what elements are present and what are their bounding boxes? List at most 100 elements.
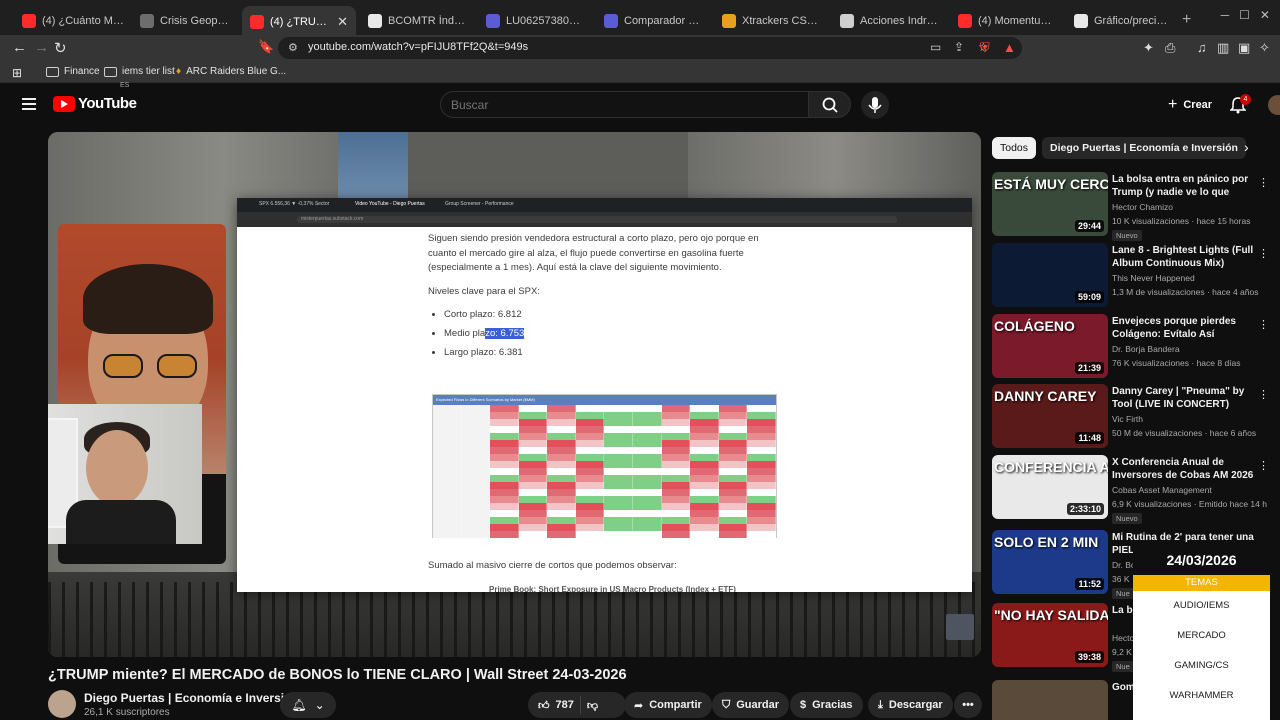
duration-badge: 2:33:10 [1066, 503, 1104, 515]
share-icon[interactable]: ⇪ [954, 40, 964, 54]
more-vertical-icon[interactable]: ⋮ [1258, 176, 1269, 189]
bookmarks-bar: ⊞ Finance iems tier list ♦ ARC Raiders Bl… [0, 61, 1280, 83]
recommended-video[interactable]: CONFERENCIA ANUAL 2026 INVERSORES 2:33:10… [992, 455, 1280, 524]
back-arrow-icon[interactable]: ← [12, 39, 27, 56]
bookmark-folder[interactable]: iems tier list [104, 66, 175, 77]
video-thumbnail[interactable]: CONFERENCIA ANUAL 2026 INVERSORES 2:33:10 [992, 455, 1108, 519]
user-avatar[interactable] [1268, 95, 1280, 115]
music-icon[interactable]: ♫ [1197, 40, 1207, 55]
recommended-title[interactable]: Envejeces porque pierdes Colágeno: Evíta… [1112, 315, 1262, 341]
heatmap-title: Expected Flows in Different Scenarios by… [433, 395, 776, 405]
share-button[interactable]: ➦ Compartir [624, 692, 712, 718]
more-vertical-icon[interactable]: ⋮ [1258, 247, 1269, 260]
recommended-channel[interactable]: This Never Happened [1112, 273, 1195, 283]
browser-tab[interactable]: Xtrackers CSI 300 Swa [714, 8, 828, 34]
close-tab-icon[interactable]: ✕ [337, 14, 348, 30]
rewards-icon[interactable]: ▲ [1003, 40, 1016, 55]
recommended-channel[interactable]: Dr. Borja Bandera [1112, 344, 1180, 354]
chip-all[interactable]: Todos [992, 137, 1037, 159]
extensions-icon[interactable]: ✦ [1143, 40, 1154, 56]
screenshot-icon[interactable]: ⎙ [1165, 40, 1175, 56]
video-thumbnail[interactable]: DANNY CAREY 11:48 [992, 384, 1108, 448]
bookmark-link[interactable]: ♦ ARC Raiders Blue G... [176, 66, 286, 77]
search-button[interactable] [808, 91, 851, 118]
thanks-button[interactable]: $ Gracias [790, 692, 863, 718]
browser-tab[interactable]: Crisis Geopolítica 2026 [132, 8, 242, 34]
chevron-right-icon[interactable]: › [1244, 139, 1249, 155]
recommended-video[interactable]: DANNY CAREY 11:48 Danny Carey | "Pneuma" b… [992, 384, 1280, 452]
share-arrow-icon: ➦ [634, 699, 644, 712]
more-actions-button[interactable]: ••• [954, 692, 982, 718]
levels-heading: Niveles clave para el SPX: [428, 285, 540, 297]
video-thumbnail[interactable]: "NO HAY SALIDA" 39:38 [992, 603, 1108, 667]
save-button[interactable]: ⛉ Guardar [712, 692, 790, 718]
thumbnail-text: COLÁGENO [994, 318, 1075, 334]
browser-tab[interactable]: Comparador de fondo [596, 8, 710, 34]
channel-watermark[interactable] [946, 614, 974, 640]
game-favicon-icon: ♦ [176, 66, 182, 77]
video-thumbnail[interactable]: COLÁGENO 21:39 [992, 314, 1108, 378]
browser-tab[interactable]: Acciones Indra hoy en [832, 8, 946, 34]
wallet-icon[interactable]: ▣ [1238, 40, 1250, 56]
video-player[interactable]: SPX 6.556,36 ▼ -0,37% Sector Video YouTu… [48, 132, 981, 657]
bookmark-label: ARC Raiders Blue G... [186, 66, 287, 77]
youtube-play-logo-icon [53, 95, 75, 112]
level-item: Corto plazo: 6.812 [444, 308, 788, 323]
forward-arrow-icon[interactable]: → [34, 39, 49, 56]
recommended-video[interactable]: ESTÁ MUY CERCA 29:44 La bolsa entra en pán… [992, 172, 1280, 241]
bookmark-folder[interactable]: Finance [46, 66, 100, 77]
recommended-title[interactable]: Lane 8 - Brightest Lights (Full Album Co… [1112, 244, 1262, 270]
youtube-header: YouTube ES + Crear 4 [0, 82, 1280, 126]
more-vertical-icon[interactable]: ⋮ [1258, 388, 1269, 401]
browser-tab[interactable]: (4) ¿Cuánto Músculo E [14, 8, 134, 34]
window-controls[interactable]: ─ ☐ ✕ [1221, 8, 1270, 22]
sidebar-icon[interactable]: ▥ [1217, 40, 1229, 56]
search-input[interactable] [451, 98, 791, 112]
recommended-title[interactable]: La bolsa entra en pánico por Trump (y na… [1112, 173, 1262, 200]
url-field[interactable]: ⚙ youtube.com/watch?v=pFIJU8TFf2Q&t=949s… [278, 37, 1022, 59]
recommended-video[interactable]: 59:09 Lane 8 - Brightest Lights (Full Alb… [992, 243, 1280, 311]
browser-tab[interactable]: (4) Momentum Financ [950, 8, 1064, 34]
voice-search-button[interactable] [861, 91, 889, 119]
chip-channel[interactable]: Diego Puertas | Economía e Inversión [1042, 137, 1246, 159]
more-vertical-icon[interactable]: ⋮ [1258, 318, 1269, 331]
sunglasses [103, 354, 203, 378]
channel-name[interactable]: Diego Puertas | Economía e Inversión [84, 691, 299, 705]
browser-tab[interactable]: BCOMTR Índice de gr [360, 8, 474, 34]
heatmap-row [433, 524, 776, 531]
cast-icon[interactable]: ▭ [930, 40, 941, 54]
site-info-icon[interactable]: ⚙ [288, 41, 298, 54]
channel-avatar[interactable] [48, 690, 76, 718]
recommended-title[interactable]: X Conferencia Anual de Inversores de Cob… [1112, 456, 1262, 482]
recommended-title[interactable]: Danny Carey | "Pneuma" by Tool (LIVE IN … [1112, 385, 1262, 411]
ai-assistant-icon[interactable]: ✧ [1259, 40, 1270, 56]
menu-hamburger-icon[interactable] [22, 98, 36, 110]
recommended-video[interactable]: COLÁGENO 21:39 Envejeces porque pierdes Co… [992, 314, 1280, 382]
new-tab-icon[interactable]: + [1182, 11, 1191, 29]
bookmark-icon[interactable]: 🔖 [258, 39, 274, 55]
recommended-channel[interactable]: Hecto [1112, 633, 1134, 643]
video-thumbnail[interactable]: SOLO EN 2 MIN 11:52 [992, 530, 1108, 594]
video-thumbnail[interactable] [992, 680, 1108, 720]
browser-tab[interactable]: Gráfico/precio accione [1066, 8, 1180, 34]
thumbs-down-icon[interactable]: 👎︎ [587, 699, 598, 712]
create-button[interactable]: + Crear [1160, 93, 1220, 117]
video-thumbnail[interactable]: 59:09 [992, 243, 1108, 307]
download-button[interactable]: ⤓ Descargar [868, 692, 953, 718]
like-count[interactable]: 787 [556, 699, 574, 711]
recommended-channel[interactable]: Cobas Asset Management [1112, 485, 1212, 495]
recommended-channel[interactable]: Vic Firth [1112, 414, 1143, 424]
brave-shield-icon[interactable]: ⛨ [980, 40, 990, 56]
more-vertical-icon[interactable]: ⋮ [1258, 459, 1269, 472]
thumbs-up-icon[interactable]: 👍︎ [538, 699, 550, 712]
recommended-channel[interactable]: Hector Chamizo [1112, 202, 1173, 212]
browser-tab[interactable]: LU0625738058 - Pictet [478, 8, 592, 34]
bell-icon: 🔔︎ [291, 698, 307, 712]
apps-grid-icon[interactable]: ⊞ [12, 66, 22, 80]
youtube-logo[interactable]: YouTube [53, 95, 137, 112]
subscription-bell-button[interactable]: 🔔︎ ⌄ [280, 692, 336, 718]
browser-tab-active[interactable]: (4) ¿TRUMP mi ✕ [242, 6, 356, 38]
reload-icon[interactable]: ↻ [54, 39, 67, 57]
recommended-meta: 10 K visualizaciones · hace 15 horas [1112, 216, 1251, 226]
video-thumbnail[interactable]: ESTÁ MUY CERCA 29:44 [992, 172, 1108, 236]
